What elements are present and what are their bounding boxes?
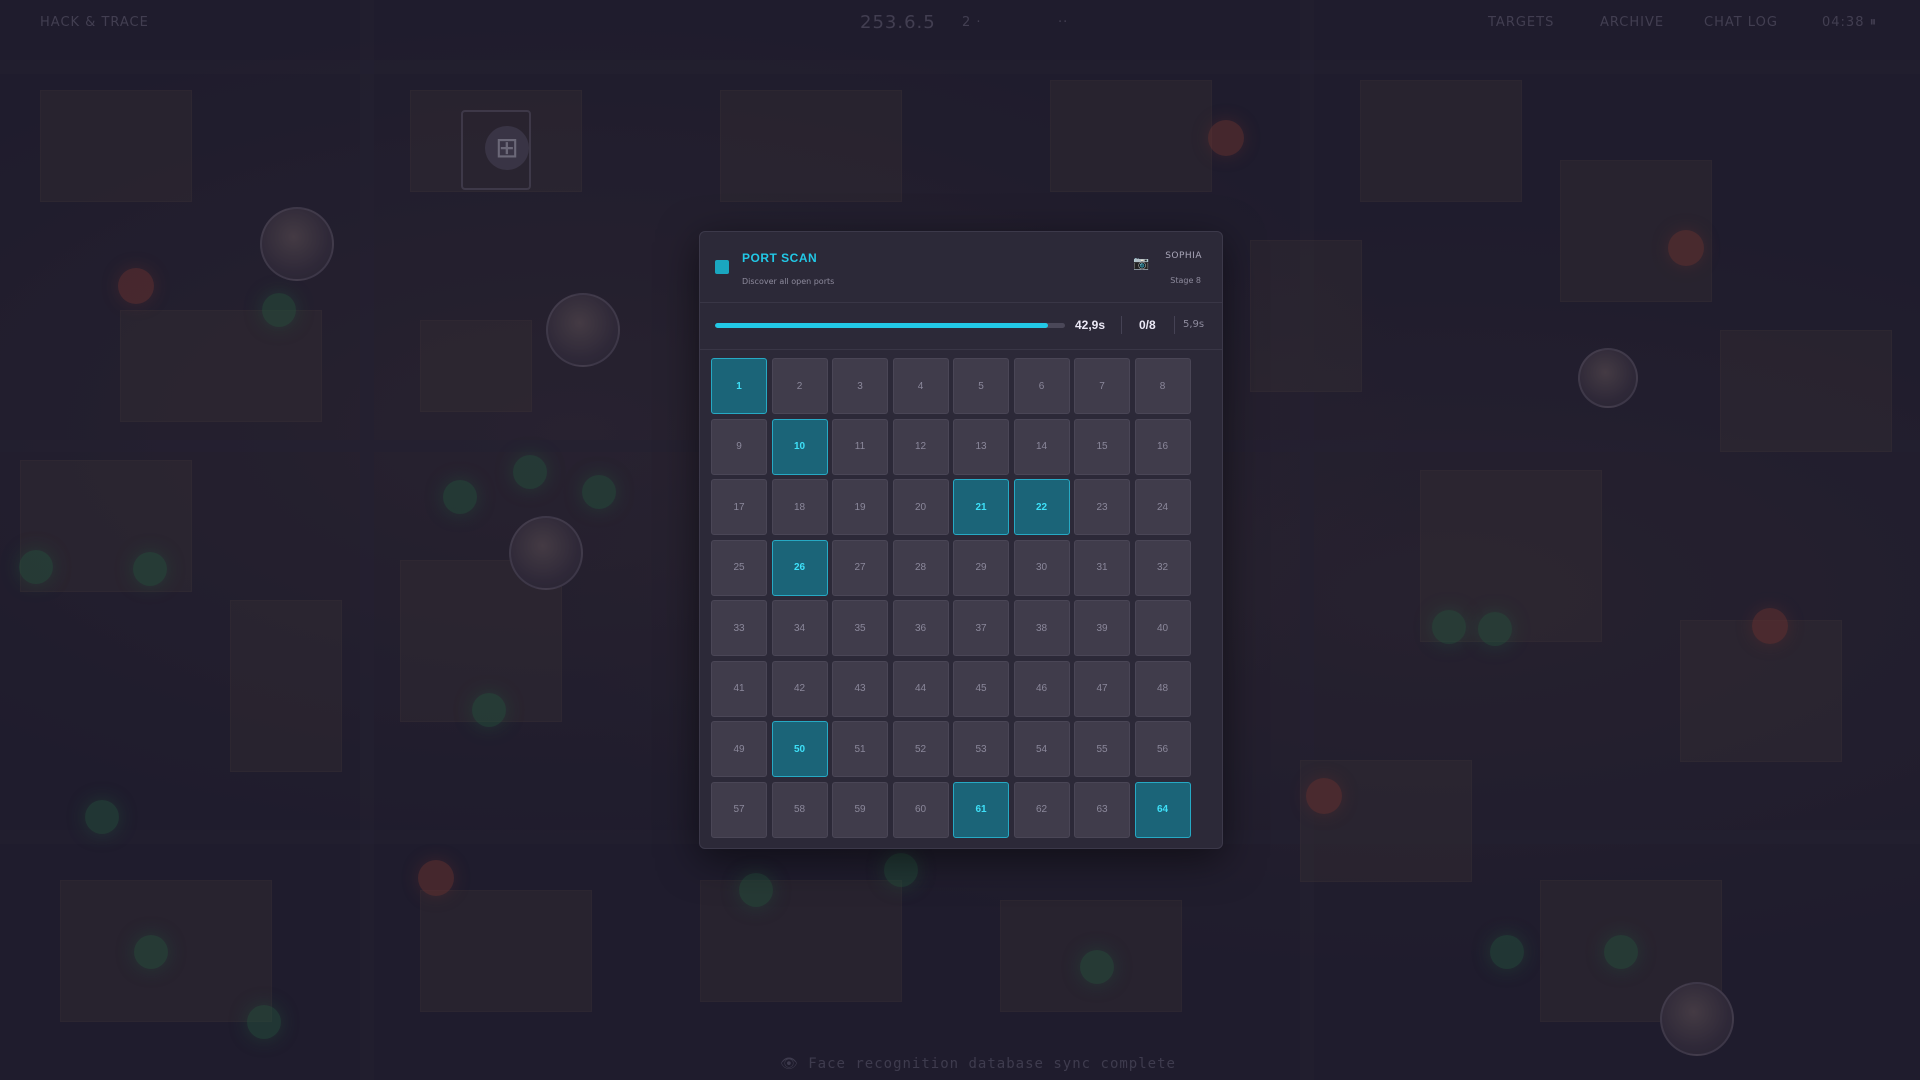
port-grid: 1 2 3 4 5 6 7 8 9 10 11 12 13 14 15 16 17 18 19 20 21 22 23 24 2… <box>711 358 1191 838</box>
port-cell-52[interactable]: 52 <box>892 721 949 777</box>
port-cell-49[interactable]: 49 <box>711 721 767 777</box>
port-cell-26[interactable]: 26 <box>771 539 828 596</box>
port-cell-12[interactable]: 12 <box>892 418 949 475</box>
modal-header: PORT SCAN Discover all open ports 📷 SOPH… <box>700 232 1222 303</box>
port-cell-3[interactable]: 3 <box>832 358 888 414</box>
timer-progress-fill <box>715 323 1048 328</box>
port-cell-13[interactable]: 13 <box>953 418 1009 475</box>
port-cell-35[interactable]: 35 <box>832 600 888 656</box>
port-cell-23[interactable]: 23 <box>1074 479 1130 535</box>
modal-title: PORT SCAN <box>742 251 818 265</box>
game-stage: ⊞ HACK & TRACE 253.6.5 2 · ·· TARGETS AR… <box>0 0 1920 1080</box>
port-cell-34[interactable]: 34 <box>771 600 828 656</box>
port-scan-modal: PORT SCAN Discover all open ports 📷 SOPH… <box>699 231 1223 849</box>
port-cell-36[interactable]: 36 <box>892 600 949 656</box>
port-cell-7[interactable]: 7 <box>1074 358 1130 414</box>
divider <box>1121 316 1122 334</box>
port-cell-16[interactable]: 16 <box>1134 418 1191 475</box>
port-cell-32[interactable]: 32 <box>1134 539 1191 596</box>
port-cell-24[interactable]: 24 <box>1134 479 1191 535</box>
port-cell-56[interactable]: 56 <box>1134 721 1191 777</box>
port-cell-22[interactable]: 22 <box>1013 479 1070 535</box>
port-cell-61[interactable]: 61 <box>953 781 1009 838</box>
port-cell-64[interactable]: 64 <box>1134 781 1191 838</box>
port-cell-37[interactable]: 37 <box>953 600 1009 656</box>
port-cell-4[interactable]: 4 <box>892 358 949 414</box>
port-cell-9[interactable]: 9 <box>711 418 767 475</box>
port-cell-48[interactable]: 48 <box>1134 660 1191 717</box>
port-cell-42[interactable]: 42 <box>771 660 828 717</box>
player-stage: Stage 8 <box>1170 276 1201 285</box>
port-cell-43[interactable]: 43 <box>832 660 888 717</box>
port-cell-55[interactable]: 55 <box>1074 721 1130 777</box>
port-cell-59[interactable]: 59 <box>832 781 888 838</box>
port-cell-46[interactable]: 46 <box>1013 660 1070 717</box>
timer-progress-bar <box>715 323 1065 328</box>
best-time: 5,9s <box>1183 319 1205 330</box>
port-cell-1[interactable]: 1 <box>711 358 767 414</box>
port-cell-40[interactable]: 40 <box>1134 600 1191 656</box>
port-cell-14[interactable]: 14 <box>1013 418 1070 475</box>
port-cell-41[interactable]: 41 <box>711 660 767 717</box>
port-cell-29[interactable]: 29 <box>953 539 1009 596</box>
camera-icon: 📷 <box>1133 256 1150 271</box>
port-cell-44[interactable]: 44 <box>892 660 949 717</box>
port-cell-47[interactable]: 47 <box>1074 660 1130 717</box>
progress-row: 42,9s 0/8 5,9s <box>700 303 1222 350</box>
port-cell-15[interactable]: 15 <box>1074 418 1130 475</box>
port-cell-33[interactable]: 33 <box>711 600 767 656</box>
port-cell-8[interactable]: 8 <box>1134 358 1191 414</box>
modal-subtitle: Discover all open ports <box>742 277 835 286</box>
port-cell-54[interactable]: 54 <box>1013 721 1070 777</box>
port-cell-60[interactable]: 60 <box>892 781 949 838</box>
port-cell-6[interactable]: 6 <box>1013 358 1070 414</box>
port-cell-57[interactable]: 57 <box>711 781 767 838</box>
port-cell-2[interactable]: 2 <box>771 358 828 414</box>
ports-found-count: 0/8 <box>1139 318 1156 332</box>
port-cell-51[interactable]: 51 <box>832 721 888 777</box>
port-cell-18[interactable]: 18 <box>771 479 828 535</box>
port-cell-63[interactable]: 63 <box>1074 781 1130 838</box>
port-cell-21[interactable]: 21 <box>953 479 1009 535</box>
divider <box>1174 316 1175 334</box>
port-cell-25[interactable]: 25 <box>711 539 767 596</box>
port-cell-5[interactable]: 5 <box>953 358 1009 414</box>
player-name: SOPHIA <box>1165 251 1202 261</box>
port-cell-38[interactable]: 38 <box>1013 600 1070 656</box>
port-cell-30[interactable]: 30 <box>1013 539 1070 596</box>
port-cell-11[interactable]: 11 <box>832 418 888 475</box>
port-cell-19[interactable]: 19 <box>832 479 888 535</box>
port-cell-10[interactable]: 10 <box>771 418 828 475</box>
port-cell-28[interactable]: 28 <box>892 539 949 596</box>
port-cell-20[interactable]: 20 <box>892 479 949 535</box>
port-cell-39[interactable]: 39 <box>1074 600 1130 656</box>
port-cell-62[interactable]: 62 <box>1013 781 1070 838</box>
port-cell-27[interactable]: 27 <box>832 539 888 596</box>
time-remaining: 42,9s <box>1075 318 1106 332</box>
port-cell-53[interactable]: 53 <box>953 721 1009 777</box>
port-cell-31[interactable]: 31 <box>1074 539 1130 596</box>
port-cell-45[interactable]: 45 <box>953 660 1009 717</box>
port-cell-58[interactable]: 58 <box>771 781 828 838</box>
port-cell-50[interactable]: 50 <box>771 721 828 777</box>
port-scan-icon <box>715 260 729 274</box>
port-cell-17[interactable]: 17 <box>711 479 767 535</box>
